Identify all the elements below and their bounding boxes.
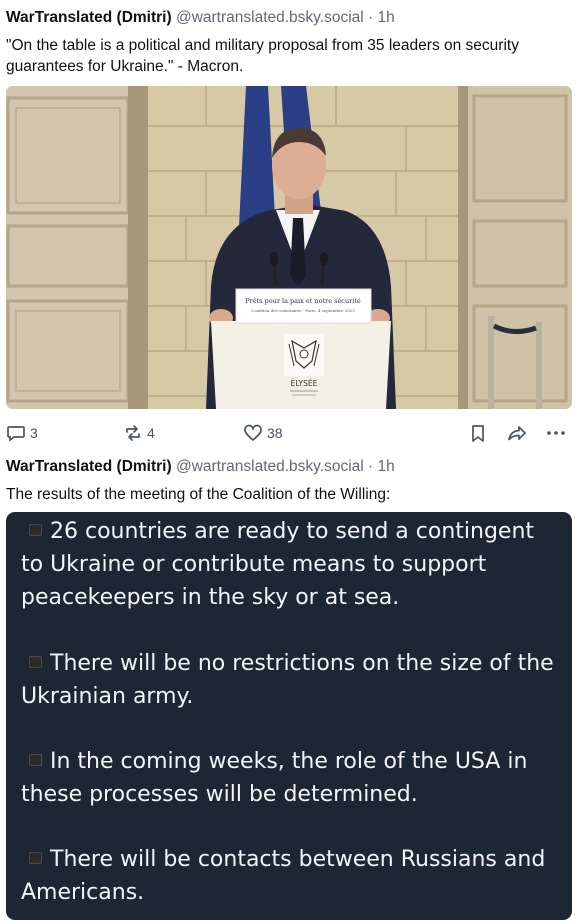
share-button[interactable] xyxy=(506,421,528,445)
text-image[interactable]: 26 countries are ready to send a conting… xyxy=(6,512,572,920)
post-1[interactable]: WarTranslated (Dmitri) @wartranslated.bs… xyxy=(0,0,581,455)
bookmark-button[interactable] xyxy=(468,421,488,445)
bullet-text: 26 countries are ready to send a conting… xyxy=(21,519,535,610)
like-button[interactable]: 38 xyxy=(243,421,283,445)
bookmark-icon xyxy=(472,425,484,442)
post-text: The results of the meeting of the Coalit… xyxy=(6,486,391,503)
black-square-icon xyxy=(29,852,42,864)
like-icon xyxy=(244,424,262,441)
author-name[interactable]: WarTranslated (Dmitri) xyxy=(6,9,172,26)
repost-count: 4 xyxy=(147,425,155,441)
bullet-text: There will be no restrictions on the siz… xyxy=(21,651,554,709)
post-time[interactable]: · 1h xyxy=(368,9,395,26)
reply-button[interactable]: 3 xyxy=(6,421,38,445)
bullet-text: In the coming weeks, the role of the USA… xyxy=(21,749,528,807)
more-icon xyxy=(547,431,565,435)
bullet-text: There will be contacts between Russians … xyxy=(21,847,546,905)
repost-icon xyxy=(126,425,140,441)
bullet-item: 26 countries are ready to send a conting… xyxy=(21,515,561,614)
post-photo[interactable]: Prêts pour la paix et notre sécurité Coa… xyxy=(6,86,572,409)
more-button[interactable] xyxy=(546,421,566,445)
lectern-subtitle: Coalition des volontaires · Paris, 4 sep… xyxy=(251,308,355,313)
repost-button[interactable]: 4 xyxy=(123,421,155,445)
post-actions: 3 4 38 xyxy=(0,421,581,445)
reply-count: 3 xyxy=(30,425,38,441)
author-handle[interactable]: @wartranslated.bsky.social xyxy=(176,9,364,26)
black-square-icon xyxy=(29,524,42,536)
elysee-label: ÉLYSÉE xyxy=(291,379,318,388)
black-square-icon xyxy=(29,754,42,766)
share-icon xyxy=(508,426,526,441)
bullet-item: There will be contacts between Russians … xyxy=(21,843,561,909)
post-2[interactable]: WarTranslated (Dmitri) @wartranslated.bs… xyxy=(0,455,581,924)
author-name[interactable]: WarTranslated (Dmitri) xyxy=(6,458,172,475)
like-count: 38 xyxy=(267,425,283,441)
post-header: WarTranslated (Dmitri) @wartranslated.bs… xyxy=(6,458,395,476)
post-text: "On the table is a political and militar… xyxy=(6,37,519,75)
black-square-icon xyxy=(29,656,42,668)
post-header: WarTranslated (Dmitri) @wartranslated.bs… xyxy=(6,9,395,27)
author-handle[interactable]: @wartranslated.bsky.social xyxy=(176,458,364,475)
bullet-item: In the coming weeks, the role of the USA… xyxy=(21,745,561,811)
lectern-title: Prêts pour la paix et notre sécurité xyxy=(245,297,361,305)
macron-press-photo: Prêts pour la paix et notre sécurité Coa… xyxy=(6,86,572,409)
bullet-item: There will be no restrictions on the siz… xyxy=(21,647,561,713)
reply-icon xyxy=(7,426,25,442)
post-time[interactable]: · 1h xyxy=(368,458,395,475)
elysee-emblem-icon xyxy=(284,334,324,376)
